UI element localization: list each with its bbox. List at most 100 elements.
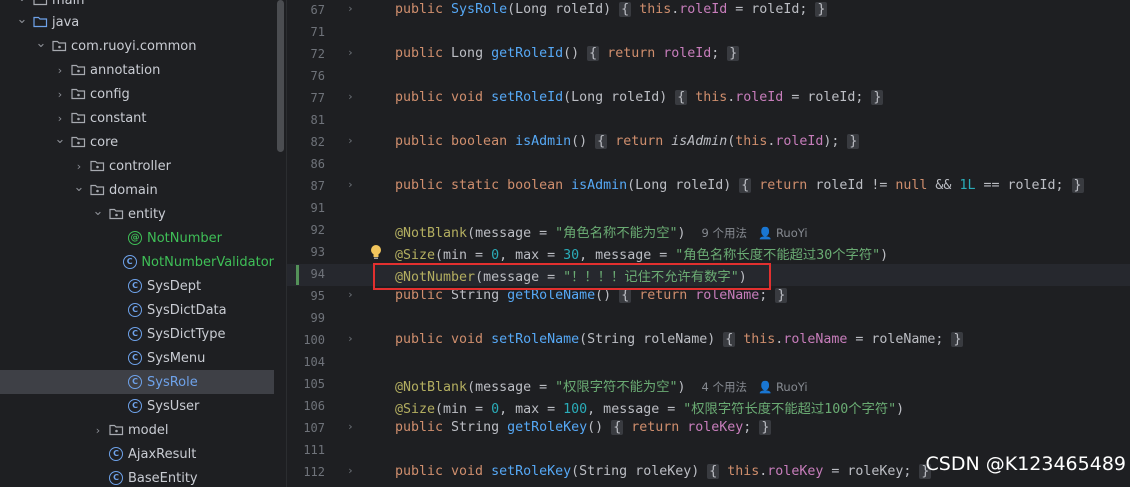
class-glyph: C xyxy=(109,471,123,485)
line-number: 105 xyxy=(303,377,325,391)
code-line[interactable]: 87 › public static boolean isAdmin(Long ro… xyxy=(287,176,1130,198)
tree-item-sysuser[interactable]: ›CSysUser xyxy=(0,394,274,418)
fold-chevron-icon[interactable]: › xyxy=(347,46,354,59)
chevron-right-icon[interactable]: › xyxy=(71,160,87,173)
class-icon: C xyxy=(108,471,124,485)
line-number: 92 xyxy=(310,223,325,237)
code-token: ) xyxy=(677,226,702,241)
code-line[interactable]: 99 xyxy=(287,308,1130,330)
code-line[interactable]: 71 xyxy=(287,22,1130,44)
tree-item-label: java xyxy=(52,14,80,30)
code-token: () xyxy=(563,46,588,61)
code-line[interactable]: 100 › public void setRoleName(String roleN… xyxy=(287,330,1130,352)
line-number: 91 xyxy=(310,201,325,215)
fold-chevron-icon[interactable]: › xyxy=(347,178,354,191)
chevron-right-icon[interactable]: › xyxy=(52,64,68,77)
fold-chevron-icon[interactable]: › xyxy=(347,464,354,477)
code-token: { xyxy=(595,134,608,149)
chevron-right-icon[interactable]: › xyxy=(90,424,106,437)
tree-item-annotation[interactable]: › annotation xyxy=(0,58,274,82)
code-token: (Long roleId) xyxy=(563,90,676,105)
tree-item-notnumber[interactable]: ›@NotNumber xyxy=(0,226,274,250)
tree-item-java[interactable]: ⌄ java xyxy=(0,10,274,34)
code-token: public void xyxy=(395,464,492,479)
tree-item-constant[interactable]: › constant xyxy=(0,106,274,130)
code-token: this xyxy=(719,464,760,479)
fold-chevron-icon[interactable]: › xyxy=(347,288,354,301)
code-token: roleName xyxy=(695,288,760,303)
line-number: 99 xyxy=(310,311,325,325)
fold-chevron-icon[interactable]: › xyxy=(347,2,354,15)
chevron-down-icon[interactable]: ⌄ xyxy=(14,12,30,27)
tree-item-config[interactable]: › config xyxy=(0,82,274,106)
code-token: this xyxy=(735,134,768,149)
tree-item-sysdicttype[interactable]: ›CSysDictType xyxy=(0,322,274,346)
chevron-down-icon[interactable]: ⌄ xyxy=(90,204,106,219)
code-token: () xyxy=(587,420,612,435)
class-glyph: C xyxy=(128,279,142,293)
code-line[interactable]: 67 › public SysRole(Long roleId) { this.ro… xyxy=(287,0,1130,22)
lightbulb-icon[interactable] xyxy=(369,244,383,260)
tree-item-sysmenu[interactable]: ›CSysMenu xyxy=(0,346,274,370)
code-token: (min = xyxy=(435,248,492,263)
tree-item-model[interactable]: › model xyxy=(0,418,274,442)
line-number: 104 xyxy=(303,355,325,369)
chevron-down-icon[interactable]: ⌄ xyxy=(14,0,30,5)
class-icon: C xyxy=(127,375,143,389)
code-line[interactable]: 81 xyxy=(287,110,1130,132)
code-token: { xyxy=(675,90,688,105)
chevron-down-icon[interactable]: ⌄ xyxy=(33,36,49,51)
code-line[interactable]: 106 @Size(min = 0, max = 100, message = "… xyxy=(287,396,1130,418)
code-line[interactable]: 86 xyxy=(287,154,1130,176)
tree-item-baseentity[interactable]: ›CBaseEntity xyxy=(0,466,274,487)
class-icon: C xyxy=(108,447,124,461)
code-line[interactable]: 76 xyxy=(287,66,1130,88)
line-number: 106 xyxy=(303,399,325,413)
code-line[interactable]: 92 @NotBlank(message = "角色名称不能为空") 9 个用法 … xyxy=(287,220,1130,242)
tree-item-notnumbervalidator[interactable]: ›CNotNumberValidator xyxy=(0,250,274,274)
fold-chevron-icon[interactable]: › xyxy=(347,420,354,433)
tree-item-core[interactable]: ⌄ core xyxy=(0,130,274,154)
tree-item-entity[interactable]: ⌄ entity xyxy=(0,202,274,226)
chevron-down-icon[interactable]: ⌄ xyxy=(71,180,87,195)
code-line[interactable]: 72 › public Long getRoleId() { return role… xyxy=(287,44,1130,66)
fold-chevron-icon[interactable]: › xyxy=(347,134,354,147)
code-token: ; xyxy=(743,420,760,435)
fold-chevron-icon[interactable]: › xyxy=(347,90,354,103)
tree-item-label: SysUser xyxy=(147,398,200,414)
code-editor[interactable]: 112 › public void setRoleKey(String roleKe… xyxy=(287,0,1130,487)
code-line[interactable]: 105 @NotBlank(message = "权限字符不能为空") 4 个用法… xyxy=(287,374,1130,396)
code-token: roleKey xyxy=(767,464,824,479)
code-text: @Size(min = 0, max = 100, message = "权限字… xyxy=(395,398,904,417)
tree-item-controller[interactable]: › controller xyxy=(0,154,274,178)
chevron-right-icon[interactable]: › xyxy=(52,112,68,125)
line-number: 95 xyxy=(310,289,325,303)
code-line[interactable]: 104 xyxy=(287,352,1130,374)
folder-icon xyxy=(32,0,48,7)
tree-item-sysdictdata[interactable]: ›CSysDictData xyxy=(0,298,274,322)
code-text: public SysRole(Long roleId) { this.roleI… xyxy=(395,2,828,17)
code-line[interactable]: 91 xyxy=(287,198,1130,220)
code-line[interactable]: 77 › public void setRoleId(Long roleId) { … xyxy=(287,88,1130,110)
code-line[interactable]: 107 › public String getRoleKey() { return … xyxy=(287,418,1130,440)
tree-item-sysrole[interactable]: ›CSysRole xyxy=(0,370,274,394)
tree-item-com-ruoyi-common[interactable]: ⌄ com.ruoyi.common xyxy=(0,34,274,58)
code-line[interactable]: 82 › public boolean isAdmin() { return isA… xyxy=(287,132,1130,154)
class-icon: C xyxy=(122,255,137,269)
tree-item-domain[interactable]: ⌄ domain xyxy=(0,178,274,202)
tree-item-label: config xyxy=(90,86,130,102)
tree-item-sysdept[interactable]: ›CSysDept xyxy=(0,274,274,298)
tree-item-ajaxresult[interactable]: ›CAjaxResult xyxy=(0,442,274,466)
chevron-right-icon[interactable]: › xyxy=(52,88,68,101)
tree-item-label: model xyxy=(128,422,169,438)
code-token: roleName xyxy=(783,332,848,347)
code-token: String xyxy=(451,420,508,435)
tree-scrollbar[interactable] xyxy=(277,0,284,152)
chevron-down-icon[interactable]: ⌄ xyxy=(52,132,68,147)
code-token: Long xyxy=(451,46,492,61)
code-token: { xyxy=(619,288,632,303)
code-line[interactable]: 93 @Size(min = 0, max = 30, message = "角色… xyxy=(287,242,1130,264)
code-token: String xyxy=(451,288,508,303)
fold-chevron-icon[interactable]: › xyxy=(347,332,354,345)
code-token: isAdmin xyxy=(571,178,628,193)
